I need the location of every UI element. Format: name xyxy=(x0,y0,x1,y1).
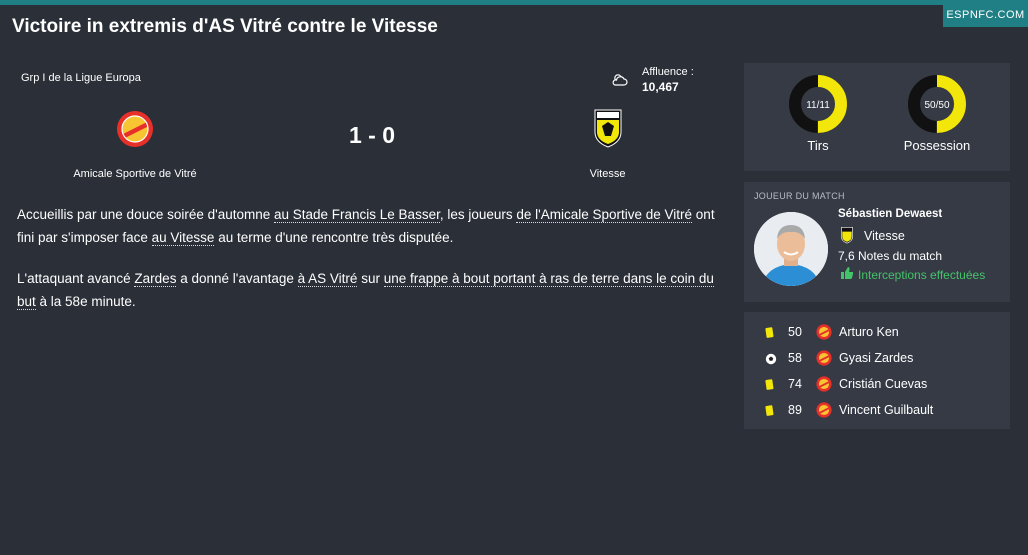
brand-badge[interactable]: ESPNFC.COM xyxy=(943,5,1028,27)
report-text: au terme d'une rencontre très disputée. xyxy=(214,230,454,245)
event-row: 89 Vincent Guilbault xyxy=(744,397,1010,423)
event-row: 58 Gyasi Zardes xyxy=(744,345,1010,371)
event-player-name[interactable]: Arturo Ken xyxy=(839,325,899,339)
report-text: à la 58e minute. xyxy=(35,294,136,309)
shots-donut-chart: 11/11 xyxy=(789,75,847,133)
report-link[interactable]: Zardes xyxy=(134,271,177,287)
event-minute: 74 xyxy=(788,377,802,391)
team-crest-icon xyxy=(816,350,832,371)
away-team-name[interactable]: Vitesse xyxy=(560,168,655,180)
match-report: Accueillis par une douce soirée d'automn… xyxy=(17,203,729,331)
motm-heading: JOUEUR DU MATCH xyxy=(754,191,845,201)
event-player-name[interactable]: Vincent Guilbault xyxy=(839,403,933,417)
report-text: Accueillis par une douce soirée d'automn… xyxy=(17,207,274,222)
team-crest-icon xyxy=(816,324,832,345)
vitesse-crest-icon xyxy=(841,226,853,249)
page-title: Victoire in extremis d'AS Vitré contre l… xyxy=(12,16,438,37)
team-crest-icon xyxy=(816,376,832,397)
event-player-name[interactable]: Cristián Cuevas xyxy=(839,377,927,391)
home-team-name[interactable]: Amicale Sportive de Vitré xyxy=(40,168,230,180)
event-row: 74 Cristián Cuevas xyxy=(744,371,1010,397)
report-text: L'attaquant avancé xyxy=(17,271,135,286)
thumbs-up-icon xyxy=(840,266,854,285)
top-accent-bar xyxy=(0,0,1028,5)
event-row: 50 Arturo Ken xyxy=(744,319,1010,345)
motm-rating-label: Notes du match xyxy=(858,249,943,263)
possession-value-text: 50/50 xyxy=(924,100,949,111)
event-minute: 58 xyxy=(788,351,802,365)
event-player-name[interactable]: Gyasi Zardes xyxy=(839,351,913,365)
report-link[interactable]: au Stade Francis Le Basser xyxy=(273,207,440,223)
player-avatar[interactable] xyxy=(754,212,828,286)
report-link[interactable]: de l'Amicale Sportive de Vitré xyxy=(516,207,693,223)
attendance-label: Affluence : xyxy=(642,66,694,78)
event-minute: 50 xyxy=(788,325,802,339)
weather-cloud-icon xyxy=(611,72,629,93)
report-paragraph-1: Accueillis par une douce soirée d'automn… xyxy=(17,203,729,249)
away-team-crest-icon[interactable] xyxy=(594,108,622,153)
report-link[interactable]: au Vitesse xyxy=(151,230,215,246)
possession-label: Possession xyxy=(903,138,971,153)
shots-value-text: 11/11 xyxy=(806,100,830,111)
yellow-card-icon xyxy=(765,404,775,422)
home-team-crest-icon[interactable] xyxy=(116,110,154,153)
match-score: 1 - 0 xyxy=(348,122,396,148)
match-events-panel: 50 Arturo Ken 58 Gyasi Zardes 74 Cristián Cue… xyxy=(744,312,1010,429)
yellow-card-icon xyxy=(765,326,775,344)
motm-rating-value: 7,6 xyxy=(838,249,855,263)
event-minute: 89 xyxy=(788,403,802,417)
goal-ball-icon xyxy=(765,352,777,370)
report-text: sur xyxy=(357,271,384,286)
report-link[interactable]: à AS Vitré xyxy=(297,271,358,287)
report-text: a donné l'avantage xyxy=(176,271,298,286)
motm-key-stat: Interceptions effectuées xyxy=(858,268,986,282)
motm-player-name[interactable]: Sébastien Dewaest xyxy=(838,208,942,220)
report-paragraph-2: L'attaquant avancé Zardes a donné l'avan… xyxy=(17,267,729,313)
possession-donut-chart: 50/50 xyxy=(908,75,966,133)
team-crest-icon xyxy=(816,402,832,423)
man-of-the-match-panel: JOUEUR DU MATCH Sébastien Dewaest Vitess… xyxy=(744,182,1010,302)
competition-label: Grp I de la Ligue Europa xyxy=(21,72,141,84)
yellow-card-icon xyxy=(765,378,775,396)
match-stats-panel: 11/11 Tirs 50/50 Possession xyxy=(744,63,1010,171)
attendance-value: 10,467 xyxy=(642,80,679,94)
motm-club-name[interactable]: Vitesse xyxy=(864,229,905,243)
shots-label: Tirs xyxy=(807,138,829,153)
report-text: , les joueurs xyxy=(439,207,517,222)
